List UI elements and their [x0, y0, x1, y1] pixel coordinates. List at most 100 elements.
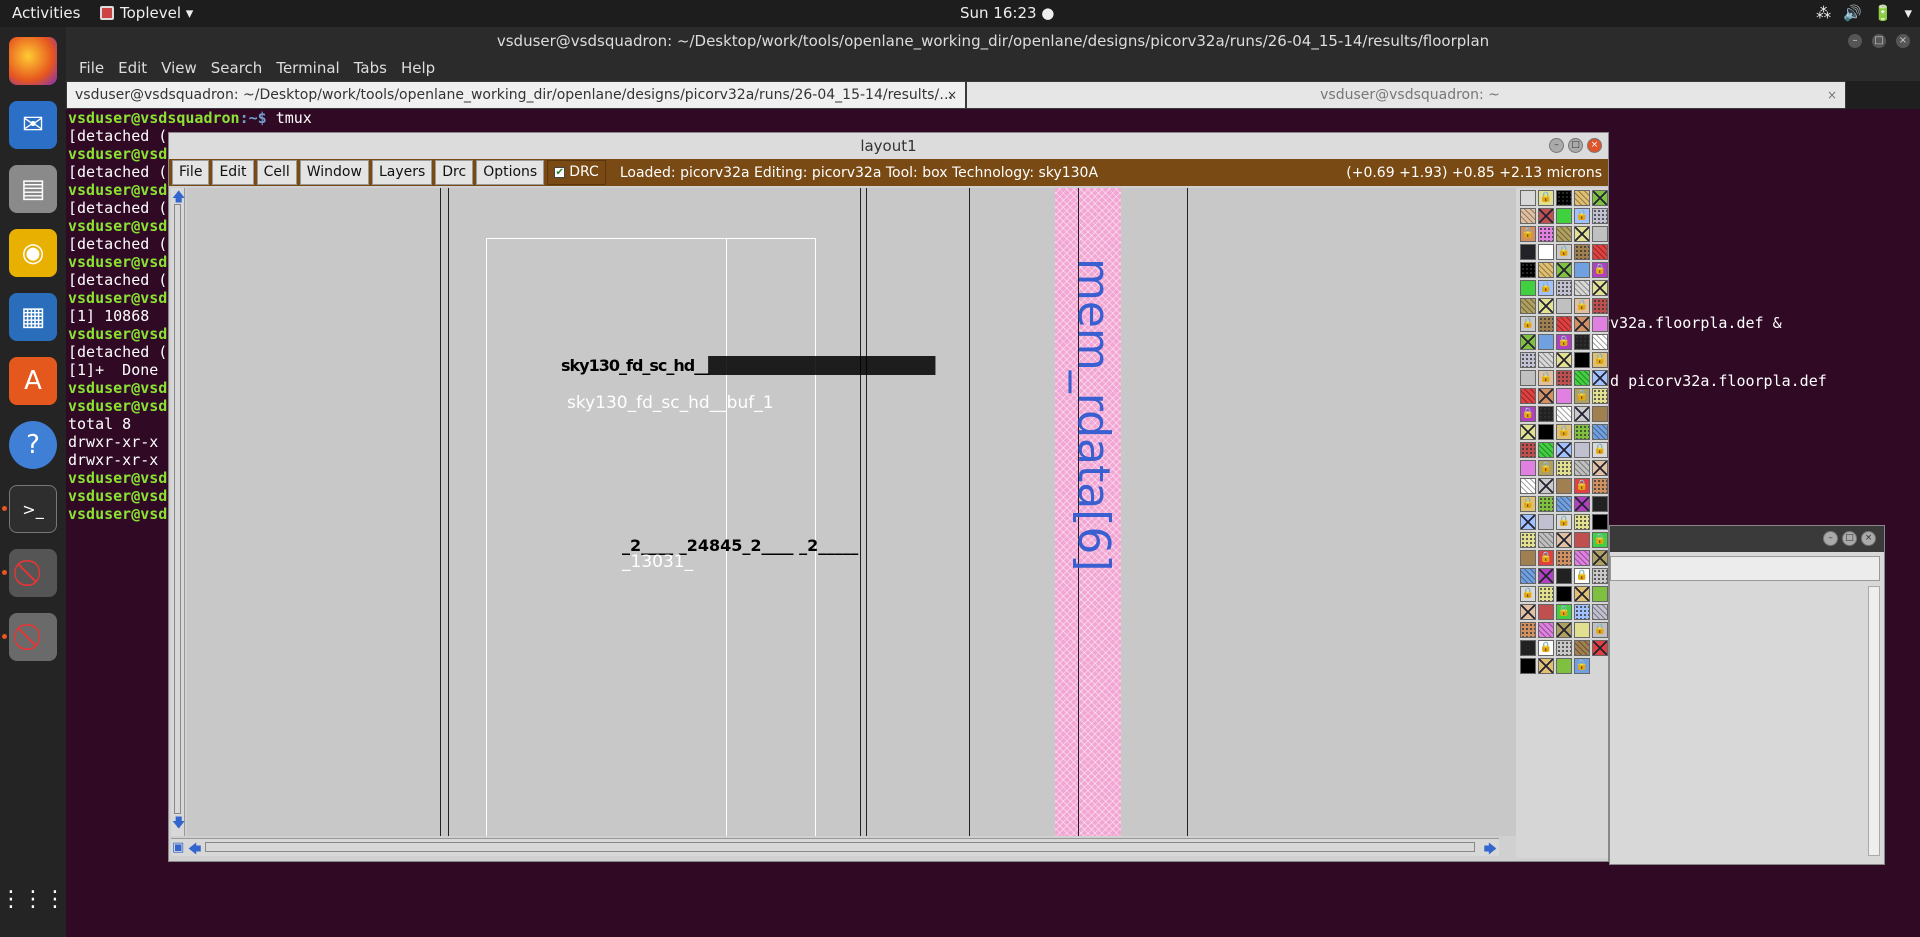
layer-swatch[interactable] [1520, 604, 1536, 620]
vertical-scrollbar[interactable]: 🡅 🡇 [171, 188, 185, 836]
layer-swatch[interactable] [1538, 226, 1554, 242]
magic-menu-file[interactable]: File [172, 160, 210, 185]
layer-swatch[interactable] [1574, 280, 1590, 296]
layer-swatch[interactable] [1556, 370, 1572, 386]
layer-swatch[interactable] [1538, 406, 1554, 422]
layer-swatch[interactable]: 🔒 [1556, 244, 1572, 260]
layer-swatch[interactable] [1520, 370, 1536, 386]
layer-swatch[interactable] [1520, 190, 1536, 206]
layer-swatch[interactable] [1538, 262, 1554, 278]
layer-swatch[interactable] [1520, 280, 1536, 296]
layer-swatch[interactable] [1556, 496, 1572, 512]
terminal-tab-2[interactable]: vsduser@vsdsquadron: ~ × [966, 81, 1846, 109]
layer-swatch[interactable] [1556, 460, 1572, 476]
magic-menu-edit[interactable]: Edit [212, 160, 254, 185]
magic-menu-drc[interactable]: Drc [435, 160, 474, 185]
layer-swatch[interactable] [1592, 226, 1608, 242]
layer-swatch[interactable] [1574, 334, 1590, 350]
maximize-icon[interactable]: □ [1872, 34, 1886, 48]
layer-swatch[interactable] [1574, 514, 1590, 530]
layer-swatch[interactable] [1556, 190, 1572, 206]
layer-swatch[interactable] [1592, 568, 1608, 584]
layer-swatch[interactable] [1556, 478, 1572, 494]
minimize-icon[interactable]: – [1549, 138, 1564, 153]
terminal-icon[interactable]: >_ [9, 485, 57, 533]
close-icon[interactable]: × [1587, 138, 1602, 153]
layer-swatch[interactable] [1520, 208, 1536, 224]
layer-swatch[interactable] [1574, 406, 1590, 422]
layer-swatch[interactable] [1520, 514, 1536, 530]
layer-swatch[interactable] [1520, 298, 1536, 314]
layer-swatch[interactable] [1592, 298, 1608, 314]
menu-file[interactable]: File [72, 56, 111, 81]
app-grid-icon[interactable]: ⋮⋮⋮ [0, 875, 66, 923]
layer-swatch[interactable] [1574, 604, 1590, 620]
layer-swatch[interactable] [1592, 586, 1608, 602]
layer-swatch[interactable] [1538, 622, 1554, 638]
layer-swatch[interactable] [1592, 190, 1608, 206]
layer-swatch[interactable] [1574, 532, 1590, 548]
layer-swatch[interactable] [1592, 424, 1608, 440]
layer-swatch[interactable] [1556, 640, 1572, 656]
layer-swatch[interactable] [1574, 352, 1590, 368]
layer-swatch[interactable] [1538, 478, 1554, 494]
layer-swatch[interactable]: 🔒 [1574, 208, 1590, 224]
layer-swatch[interactable]: 🔒 [1538, 550, 1554, 566]
layer-swatch[interactable] [1574, 244, 1590, 260]
layer-swatch[interactable] [1538, 208, 1554, 224]
tab-close-icon-2[interactable]: × [1827, 82, 1837, 108]
layer-swatch[interactable]: 🔒 [1520, 316, 1536, 332]
network-icon[interactable]: ⁂ [1816, 4, 1831, 22]
layer-swatch[interactable] [1520, 442, 1536, 458]
layer-palette[interactable]: 🔒 🔒 🔒 🔒 🔒 🔒 🔒 🔒 🔒 🔒 🔒 🔒 🔒 🔒 🔒 🔒 🔒 🔒 🔒 🔒 🔒 🔒 🔒 🔒 🔒 🔒 🔒 [1516, 188, 1608, 858]
layer-swatch[interactable]: 🔒 [1592, 262, 1608, 278]
layer-swatch[interactable] [1538, 514, 1554, 530]
tab-close-icon[interactable]: × [947, 82, 957, 108]
layer-swatch[interactable] [1574, 586, 1590, 602]
layer-swatch[interactable] [1592, 208, 1608, 224]
drc-toggle[interactable]: ✔ DRC [547, 160, 606, 185]
layer-swatch[interactable] [1592, 280, 1608, 296]
rhythmbox-icon[interactable]: ◉ [9, 229, 57, 277]
layer-swatch[interactable]: 🔒 [1520, 406, 1536, 422]
layer-swatch[interactable] [1556, 226, 1572, 242]
dialog-input[interactable] [1610, 556, 1880, 581]
magic-menu-window[interactable]: Window [299, 160, 369, 185]
scroll-right-icon[interactable]: 🡆 [1484, 840, 1497, 862]
layer-swatch[interactable] [1592, 370, 1608, 386]
layer-swatch[interactable] [1556, 262, 1572, 278]
layer-swatch[interactable] [1538, 496, 1554, 512]
layer-swatch[interactable]: 🔒 [1520, 586, 1536, 602]
clock[interactable]: Sun 16:23 ● [960, 4, 1054, 22]
firefox-icon[interactable] [9, 37, 57, 85]
layer-swatch[interactable] [1538, 424, 1554, 440]
app-menu[interactable]: Toplevel ▾ [100, 4, 193, 22]
help-icon[interactable]: ? [9, 421, 57, 469]
menu-terminal[interactable]: Terminal [269, 56, 346, 81]
layer-swatch[interactable] [1538, 334, 1554, 350]
writer-icon[interactable]: ▦ [9, 293, 57, 341]
layer-swatch[interactable] [1538, 568, 1554, 584]
layer-swatch[interactable] [1574, 622, 1590, 638]
layer-swatch[interactable] [1520, 550, 1536, 566]
layer-swatch[interactable] [1556, 352, 1572, 368]
layer-swatch[interactable] [1520, 334, 1536, 350]
layer-swatch[interactable] [1520, 568, 1536, 584]
terminal-tab-1[interactable]: vsduser@vsdsquadron: ~/Desktop/work/tool… [66, 81, 966, 109]
layer-swatch[interactable]: 🔒 [1538, 280, 1554, 296]
layer-swatch[interactable] [1538, 532, 1554, 548]
layer-swatch[interactable]: 🔒 [1574, 388, 1590, 404]
layer-swatch[interactable]: 🔒 [1538, 190, 1554, 206]
close-icon[interactable]: × [1861, 531, 1876, 546]
layer-swatch[interactable] [1538, 244, 1554, 260]
battery-icon[interactable]: 🔋 [1874, 4, 1893, 22]
layer-swatch[interactable] [1556, 550, 1572, 566]
files-icon[interactable]: ▤ [9, 165, 57, 213]
layer-swatch[interactable] [1538, 388, 1554, 404]
maximize-icon[interactable]: □ [1568, 138, 1583, 153]
layer-swatch[interactable] [1538, 316, 1554, 332]
zoom-box-icon[interactable]: ▣ [172, 840, 184, 855]
layer-swatch[interactable]: 🔒 [1556, 514, 1572, 530]
system-tray[interactable]: ⁂ 🔊 🔋 ▾ [1816, 4, 1912, 22]
layer-swatch[interactable] [1592, 514, 1608, 530]
